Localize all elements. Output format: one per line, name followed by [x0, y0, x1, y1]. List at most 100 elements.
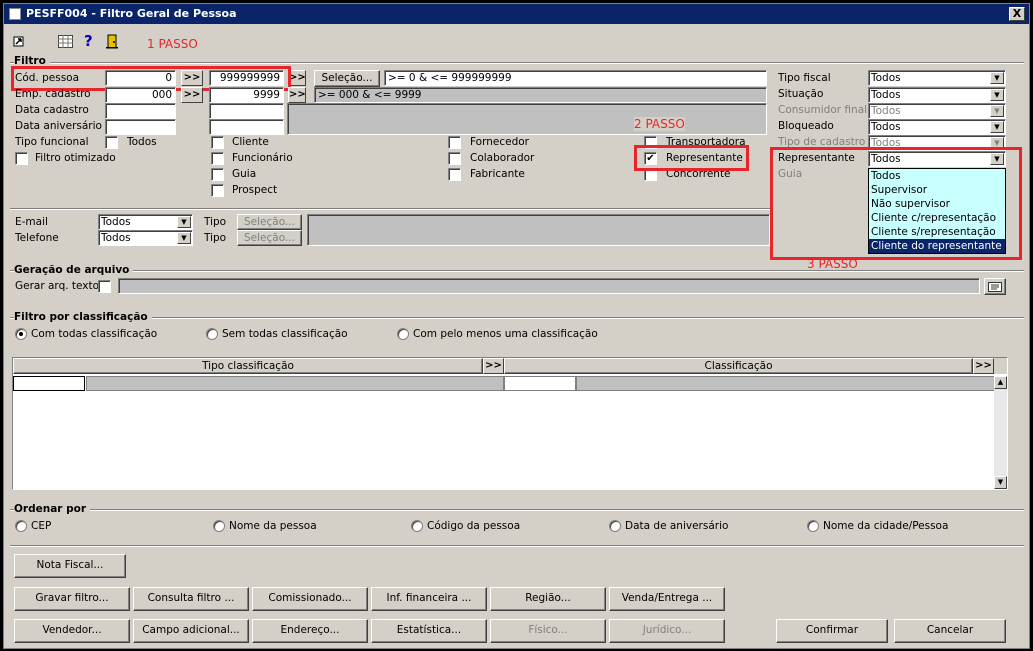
pelo-menos-uma-label: Com pelo menos uma classificação [413, 328, 598, 340]
prospect-label: Prospect [232, 184, 278, 196]
nome-pessoa-radio[interactable] [213, 520, 225, 532]
tipo-fiscal-value: Todos [871, 72, 901, 84]
telefone-label: Telefone [15, 232, 59, 244]
emp-cadastro-expand-button[interactable]: >> [181, 87, 203, 103]
ordenar-group-line [10, 509, 1024, 510]
juridico-button: Jurídico... [609, 619, 725, 643]
vendedor-button[interactable]: Vendedor... [14, 619, 130, 643]
todos-checkbox[interactable] [105, 136, 118, 149]
nota-fiscal-button[interactable]: Nota Fiscal... [14, 554, 126, 578]
funcionario-checkbox[interactable] [211, 152, 224, 165]
data-aniversario-radio[interactable] [609, 520, 621, 532]
endereco-button[interactable]: Endereço... [252, 619, 368, 643]
gerar-arq-path-input [118, 278, 980, 294]
tipo-classificacao-expand-button[interactable]: >> [483, 358, 504, 374]
emp-cadastro-to-expand-button[interactable]: >> [288, 87, 306, 103]
browse-file-button[interactable] [984, 278, 1006, 295]
chevron-down-icon[interactable]: ▼ [990, 121, 1004, 133]
inf-financeira-button[interactable]: Inf. financeira ... [371, 587, 487, 611]
regiao-button[interactable]: Região... [490, 587, 606, 611]
fornecedor-checkbox[interactable] [448, 136, 461, 149]
cliente-checkbox[interactable] [211, 136, 224, 149]
fisico-button: Físico... [490, 619, 606, 643]
classificacao-expand-button[interactable]: >> [973, 358, 994, 374]
close-button[interactable]: X [1009, 7, 1025, 21]
estatistica-button[interactable]: Estatística... [371, 619, 487, 643]
chevron-down-icon[interactable]: ▼ [990, 89, 1004, 101]
gerar-arq-checkbox[interactable] [98, 280, 111, 293]
chevron-down-icon[interactable]: ▼ [177, 232, 191, 244]
window-title: PESFF004 - Filtro Geral de Pessoa [26, 7, 237, 20]
scroll-up-icon[interactable]: ▲ [994, 376, 1007, 389]
guia-checkbox[interactable] [211, 168, 224, 181]
data-aniversario-to-input[interactable] [209, 119, 284, 135]
classificacao-header[interactable]: Classificação [504, 358, 973, 374]
cod-pessoa-expression: >= 0 & <= 999999999 [384, 70, 767, 86]
cep-radio[interactable] [15, 520, 27, 532]
help-icon[interactable]: ? [84, 33, 96, 49]
bloqueado-select[interactable]: Todos ▼ [868, 119, 1006, 135]
filtro-otimizado-label: Filtro otimizado [35, 152, 116, 164]
exit-icon[interactable] [13, 36, 24, 47]
situacao-select[interactable]: Todos ▼ [868, 87, 1006, 103]
scroll-down-icon[interactable]: ▼ [994, 476, 1007, 489]
codigo-pessoa-radio[interactable] [411, 520, 423, 532]
data-aniversario-from-input[interactable] [105, 119, 176, 135]
consumidor-final-select: Todos ▼ [868, 103, 1006, 119]
cancelar-button[interactable]: Cancelar [894, 619, 1006, 643]
filtro-separator [10, 208, 770, 209]
cep-label: CEP [31, 520, 52, 532]
com-todas-radio[interactable] [15, 328, 27, 340]
gravar-filtro-button[interactable]: Gravar filtro... [14, 587, 130, 611]
tipo-fiscal-select[interactable]: Todos ▼ [868, 70, 1006, 86]
colaborador-label: Colaborador [470, 152, 535, 164]
grid-header: Tipo classificação >> Classificação >> [13, 358, 1007, 374]
telefone-tipo-label: Tipo [204, 232, 227, 244]
data-cadastro-to-input[interactable] [209, 103, 284, 119]
fabricante-label: Fabricante [470, 168, 525, 180]
campo-adicional-button[interactable]: Campo adicional... [133, 619, 249, 643]
venda-entrega-button[interactable]: Venda/Entrega ... [609, 587, 725, 611]
emp-cadastro-expression: >= 000 & <= 9999 [314, 87, 767, 103]
step3-annotation: 3 PASSO [807, 257, 858, 271]
data-expression-area [287, 103, 767, 135]
nome-cidade-label: Nome da cidade/Pessoa [823, 520, 949, 532]
sem-todas-label: Sem todas classificação [222, 328, 348, 340]
nome-cidade-radio[interactable] [807, 520, 819, 532]
emp-cadastro-from-input[interactable]: 000 [105, 87, 176, 103]
tipo-classificacao-cell[interactable] [13, 376, 85, 391]
gerar-arq-label: Gerar arq. texto [15, 280, 100, 292]
cliente-label: Cliente [232, 136, 269, 148]
step2-annotation: 2 PASSO [634, 117, 685, 131]
consulta-filtro-button[interactable]: Consulta filtro ... [133, 587, 249, 611]
email-selecao-button: Seleção... [237, 214, 302, 230]
prospect-checkbox[interactable] [211, 184, 224, 197]
fabricante-checkbox[interactable] [448, 168, 461, 181]
classificacao-cell[interactable] [504, 376, 576, 391]
tipo-classificacao-header[interactable]: Tipo classificação [13, 358, 483, 374]
data-cadastro-from-input[interactable] [105, 103, 176, 119]
chevron-down-icon[interactable]: ▼ [177, 216, 191, 228]
tipo-fiscal-label: Tipo fiscal [778, 72, 831, 84]
filtro-otimizado-checkbox[interactable] [15, 152, 28, 165]
sem-todas-radio[interactable] [206, 328, 218, 340]
grid-icon[interactable] [58, 35, 73, 48]
confirmar-button[interactable]: Confirmar [776, 619, 888, 643]
comissionado-button[interactable]: Comissionado... [252, 587, 368, 611]
emp-cadastro-to-input[interactable]: 9999 [209, 87, 284, 103]
data-aniversario-label: Data aniversário [15, 120, 102, 132]
tipo-classificacao-desc-cell [86, 376, 504, 391]
colaborador-checkbox[interactable] [448, 152, 461, 165]
telefone-selecao-button: Seleção... [237, 230, 302, 246]
funcionario-label: Funcionário [232, 152, 293, 164]
cod-pessoa-selecao-button[interactable]: Seleção... [314, 70, 380, 87]
email-select[interactable]: Todos ▼ [98, 214, 193, 230]
grid-scrollbar[interactable]: ▲ ▼ [994, 376, 1007, 489]
pelo-menos-uma-radio[interactable] [397, 328, 409, 340]
door-icon[interactable] [105, 34, 119, 49]
chevron-down-icon[interactable]: ▼ [990, 72, 1004, 84]
classificacao-desc-cell [576, 376, 996, 391]
telefone-select[interactable]: Todos ▼ [98, 230, 193, 246]
classificacao-group-title: Filtro por classificação [14, 310, 152, 324]
filtro-group-line [10, 62, 1024, 63]
